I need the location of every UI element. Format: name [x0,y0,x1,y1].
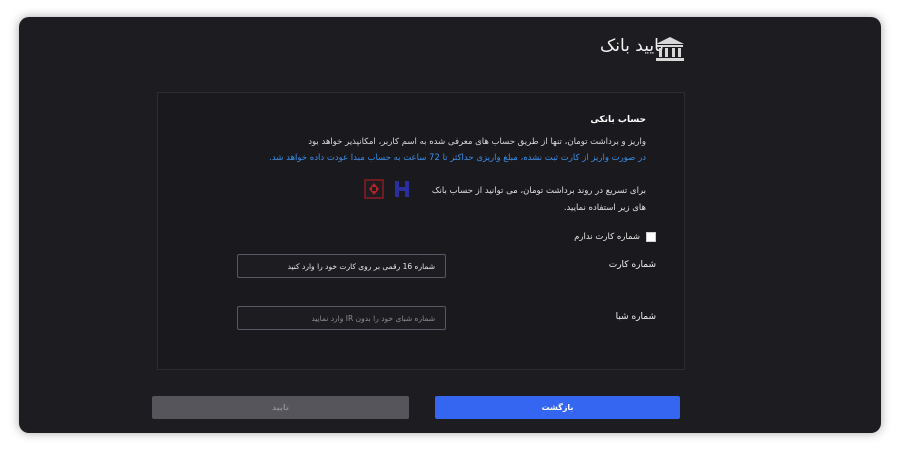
card-number-label: شماره کارت [608,260,656,270]
tip-text: برای تسریع در روند برداشت تومان، می توان… [431,186,646,213]
no-card-checkbox-row[interactable]: شماره کارت ندارم [574,232,656,242]
info-text: واریز و برداشت تومان، تنها از طریق حساب … [308,137,646,147]
no-card-label: شماره کارت ندارم [574,232,640,242]
bank-icon [656,37,684,61]
no-card-checkbox[interactable] [646,232,656,242]
section-title: حساب بانکی [590,115,646,125]
iban-input[interactable]: شماره شبای خود را بدون IR وارد نمایید [237,306,446,330]
confirm-button[interactable]: تایید [152,396,409,419]
saman-logo-icon [395,181,409,197]
warning-text: در صورت واریز از کارت ثبت نشده، مبلغ وار… [269,153,646,163]
saderat-logo-icon [364,179,384,199]
card-number-input[interactable]: شماره 16 رقمی بر روی کارت خود را وارد کن… [237,254,446,278]
iban-label: شماره شبا [615,312,656,322]
back-button[interactable]: بازگشت [435,396,680,419]
